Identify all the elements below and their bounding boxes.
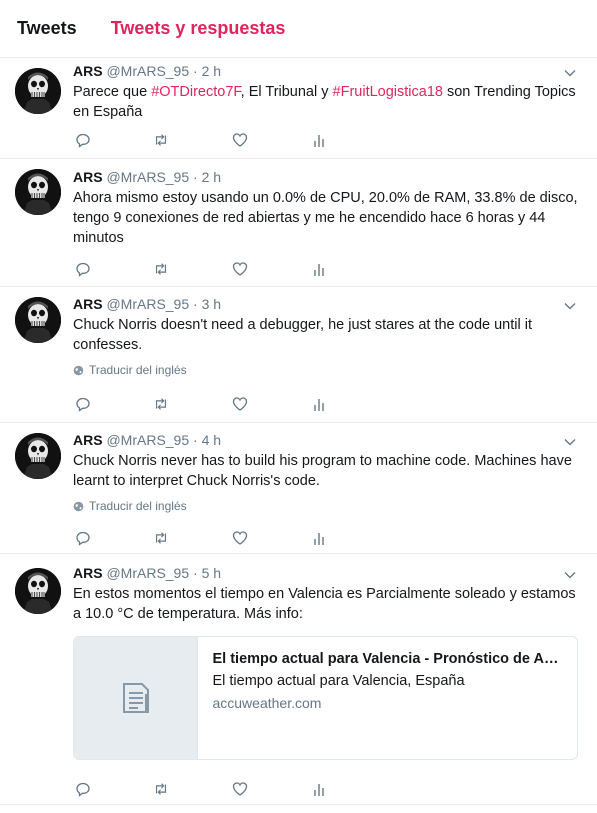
- separator: ·: [193, 63, 198, 79]
- hashtag-link[interactable]: #OTDirecto7F: [151, 84, 240, 100]
- author-name[interactable]: ARS: [73, 63, 103, 79]
- chevron-down-icon[interactable]: [563, 299, 577, 313]
- heart-icon[interactable]: [232, 781, 248, 797]
- card-body: El tiempo actual para Valencia - Pronóst…: [198, 637, 577, 759]
- analytics-icon[interactable]: [311, 132, 327, 148]
- profile-timeline: Tweets Tweets y respuestas ARS @MrARS_95…: [0, 0, 597, 813]
- heart-icon[interactable]: [232, 530, 248, 546]
- tweet-actions: [75, 779, 327, 799]
- tweet-header: ARS @MrARS_95 · 2 h: [73, 159, 579, 187]
- separator: ·: [193, 565, 198, 581]
- card-domain: accuweather.com: [212, 695, 322, 711]
- separator: ·: [193, 296, 198, 312]
- hashtag-link[interactable]: #FruitLogistica18: [333, 84, 443, 100]
- reply-icon[interactable]: [75, 132, 91, 148]
- timestamp[interactable]: 2 h: [202, 169, 221, 185]
- avatar[interactable]: [15, 68, 61, 114]
- author-name[interactable]: ARS: [73, 432, 103, 448]
- translate-link[interactable]: Traducir del inglés: [73, 363, 579, 377]
- author-handle[interactable]: @MrARS_95: [106, 432, 189, 448]
- analytics-icon[interactable]: [311, 396, 327, 412]
- tweet[interactable]: ARS @MrARS_95 · 4 h Chuck Norris never h…: [0, 423, 597, 554]
- card-thumbnail: [74, 637, 199, 759]
- link-card[interactable]: El tiempo actual para Valencia - Pronóst…: [73, 636, 578, 760]
- timestamp[interactable]: 4 h: [202, 432, 221, 448]
- tweet-actions: [75, 528, 327, 548]
- tweet-actions: [75, 394, 327, 414]
- document-icon: [122, 683, 149, 713]
- retweet-icon[interactable]: [153, 261, 169, 277]
- retweet-icon[interactable]: [153, 781, 169, 797]
- avatar[interactable]: [15, 297, 61, 343]
- chevron-down-icon[interactable]: [563, 435, 577, 449]
- timestamp[interactable]: 5 h: [202, 565, 221, 581]
- timestamp[interactable]: 3 h: [202, 296, 221, 312]
- tweet-actions: [75, 130, 327, 150]
- timeline-tabs: Tweets Tweets y respuestas: [0, 0, 597, 58]
- tweet[interactable]: ARS @MrARS_95 · 2 h Ahora mismo estoy us…: [0, 159, 597, 287]
- separator: ·: [193, 432, 198, 448]
- tweet-header: ARS @MrARS_95 · 4 h: [73, 423, 579, 450]
- avatar[interactable]: [15, 568, 61, 614]
- card-description: El tiempo actual para Valencia, España: [212, 673, 465, 689]
- tweet-actions: [75, 259, 327, 279]
- translate-link[interactable]: Traducir del inglés: [73, 499, 579, 513]
- author-name[interactable]: ARS: [73, 169, 103, 185]
- tweet-header: ARS @MrARS_95 · 5 h: [73, 554, 579, 583]
- tweet-text: Chuck Norris doesn't need a debugger, he…: [73, 317, 532, 353]
- text-segment: , El Tribunal y: [240, 84, 333, 100]
- tweet-text: Parece que #OTDirecto7F, El Tribunal y #…: [73, 82, 579, 122]
- tab-tweets[interactable]: Tweets: [17, 18, 77, 39]
- translate-label: Traducir del inglés: [89, 499, 187, 513]
- retweet-icon[interactable]: [153, 132, 169, 148]
- globe-icon: [73, 365, 84, 375]
- avatar[interactable]: [15, 169, 61, 215]
- chevron-down-icon[interactable]: [563, 66, 577, 80]
- separator: ·: [193, 169, 198, 185]
- retweet-icon[interactable]: [153, 396, 169, 412]
- card-title: El tiempo actual para Valencia - Pronóst…: [212, 651, 565, 667]
- tab-tweets-and-replies[interactable]: Tweets y respuestas: [111, 18, 286, 39]
- heart-icon[interactable]: [232, 396, 248, 412]
- reply-icon[interactable]: [75, 396, 91, 412]
- author-name[interactable]: ARS: [73, 296, 103, 312]
- tweet-text: En estos momentos el tiempo en Valencia …: [73, 586, 576, 622]
- author-handle[interactable]: @MrARS_95: [106, 63, 189, 79]
- tweet[interactable]: ARS @MrARS_95 · 5 h En estos momentos el…: [0, 554, 597, 805]
- tweet[interactable]: ARS @MrARS_95 · 3 h Chuck Norris doesn't…: [0, 287, 597, 423]
- reply-icon[interactable]: [75, 781, 91, 797]
- author-name[interactable]: ARS: [73, 565, 103, 581]
- retweet-icon[interactable]: [153, 530, 169, 546]
- chevron-down-icon[interactable]: [563, 568, 577, 582]
- translate-label: Traducir del inglés: [89, 363, 187, 377]
- analytics-icon[interactable]: [311, 781, 327, 797]
- analytics-icon[interactable]: [311, 261, 327, 277]
- heart-icon[interactable]: [232, 261, 248, 277]
- tweet-header: ARS @MrARS_95 · 2 h: [73, 58, 579, 81]
- heart-icon[interactable]: [232, 132, 248, 148]
- author-handle[interactable]: @MrARS_95: [106, 296, 189, 312]
- reply-icon[interactable]: [75, 261, 91, 277]
- tweet-text: Ahora mismo estoy usando un 0.0% de CPU,…: [73, 190, 578, 246]
- reply-icon[interactable]: [75, 530, 91, 546]
- tweet-text: Chuck Norris never has to build his prog…: [73, 453, 572, 489]
- tweet-header: ARS @MrARS_95 · 3 h: [73, 287, 579, 314]
- globe-icon: [73, 501, 84, 511]
- text-segment: Parece que: [73, 84, 152, 100]
- author-handle[interactable]: @MrARS_95: [106, 169, 189, 185]
- author-handle[interactable]: @MrARS_95: [106, 565, 189, 581]
- analytics-icon[interactable]: [311, 530, 327, 546]
- avatar[interactable]: [15, 433, 61, 479]
- timestamp[interactable]: 2 h: [202, 63, 221, 79]
- tweet[interactable]: ARS @MrARS_95 · 2 h Parece que #OTDirect…: [0, 58, 597, 159]
